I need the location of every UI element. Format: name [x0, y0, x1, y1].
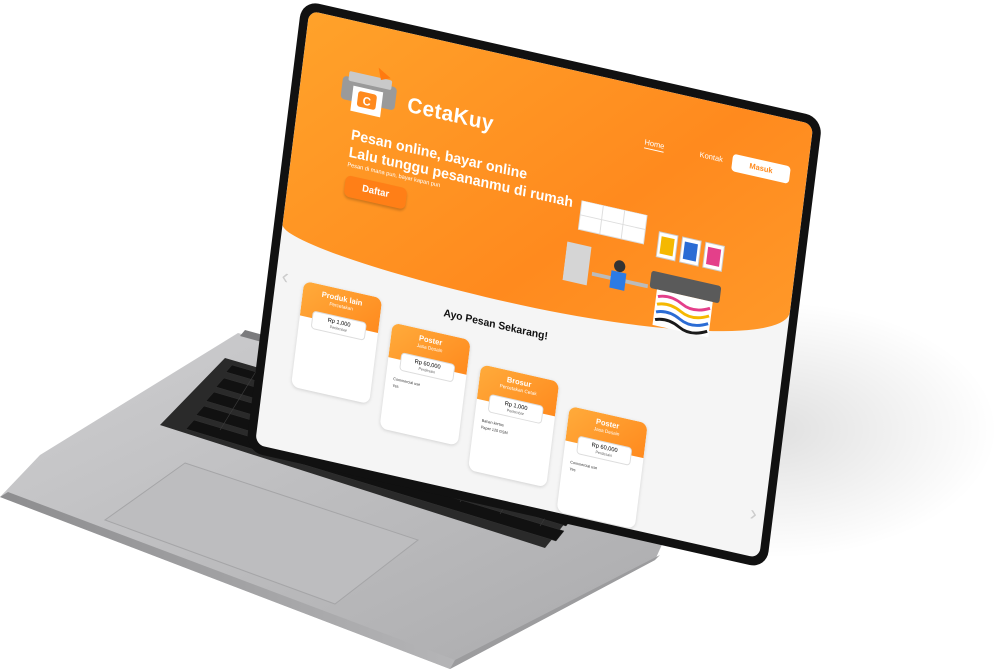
logo-letter: C [362, 95, 372, 109]
product-card[interactable]: Produk lain Percetakan Rp 1,000 Perlemba… [290, 280, 383, 405]
product-card[interactable]: Poster Jasa Desain Rp 60,000 Perdesain C… [379, 322, 471, 446]
product-card[interactable]: Poster Jasa Desain Rp 60,000 Perdesain C… [556, 405, 648, 530]
product-card[interactable]: Brosur Percetakan Cetak Rp 1,000 Perlemb… [467, 364, 560, 488]
chevron-left-icon[interactable]: ‹ [280, 263, 290, 289]
laptop-mockup: C CetaKuy Home Kontak Masuk Pesan online… [0, 0, 1002, 669]
screen-assembly: C CetaKuy Home Kontak Masuk Pesan online… [245, 0, 823, 569]
